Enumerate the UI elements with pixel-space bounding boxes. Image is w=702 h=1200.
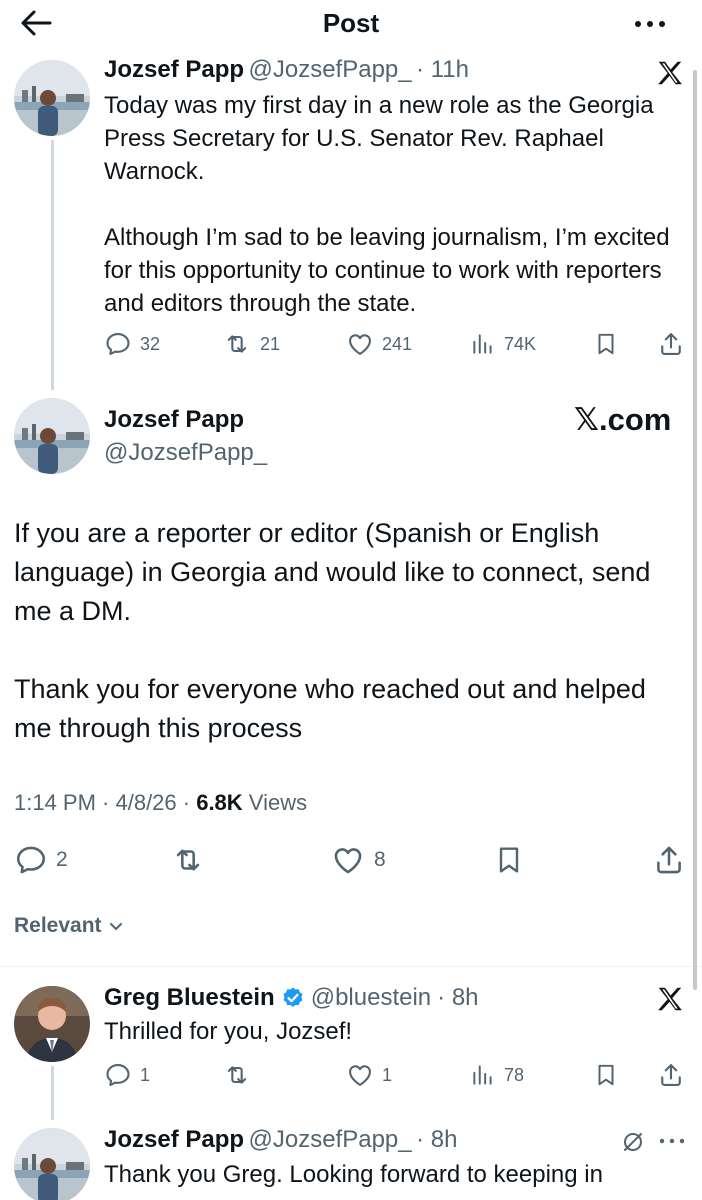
views-icon — [470, 1061, 496, 1089]
views-label: Views — [242, 790, 308, 815]
like-count: 8 — [374, 848, 386, 871]
bookmark-button[interactable] — [593, 1061, 619, 1089]
bookmark-button[interactable] — [593, 330, 619, 358]
more-button[interactable] — [630, 12, 670, 36]
views-count: 78 — [504, 1064, 525, 1085]
like-icon — [330, 843, 366, 877]
like-button[interactable]: 241 — [346, 330, 412, 358]
post-paragraph: Although I’m sad to be leaving journalis… — [104, 224, 670, 317]
like-button[interactable]: 8 — [330, 843, 386, 877]
sort-dropdown[interactable]: Relevant — [14, 914, 124, 938]
avatar[interactable] — [14, 60, 90, 136]
more-icon[interactable] — [656, 1134, 688, 1148]
post-paragraph: Thank you for everyone who reached out a… — [14, 674, 646, 743]
views-button[interactable]: 78 — [470, 1061, 524, 1089]
author-handle[interactable]: @bluestein — [311, 984, 431, 1012]
bookmark-button[interactable] — [493, 843, 525, 877]
reply-icon — [104, 1061, 132, 1089]
author-name[interactable]: Jozsef Papp — [104, 1126, 244, 1153]
share-button[interactable] — [652, 843, 686, 877]
like-icon — [346, 330, 374, 358]
share-icon — [657, 330, 685, 358]
reply-text: Thrilled for you, Jozsef! — [104, 1018, 353, 1045]
verified-icon — [281, 986, 305, 1010]
bookmark-icon — [493, 843, 525, 877]
bookmark-icon — [593, 1061, 619, 1089]
post-paragraph: Today was my first day in a new role as … — [104, 92, 654, 185]
slash-icon[interactable] — [620, 1129, 646, 1155]
thread-line — [51, 1066, 54, 1120]
reply-count: 2 — [56, 848, 68, 871]
like-button[interactable]: 1 — [346, 1061, 392, 1089]
more-icon — [630, 12, 670, 36]
repost-count: 21 — [260, 333, 281, 354]
like-count: 241 — [382, 333, 413, 354]
views-count: 74K — [504, 333, 537, 354]
repost-button[interactable] — [170, 843, 206, 877]
x-logo-icon — [655, 58, 685, 88]
post-header: Greg Bluestein @bluestein · 8h — [104, 984, 479, 1012]
post-time[interactable]: · 11h — [416, 56, 469, 83]
post-header: Jozsef Papp @JozsefPapp_ · 8h — [104, 1126, 457, 1154]
thread-line — [51, 140, 54, 390]
page-title: Post — [322, 8, 380, 38]
post-header: Jozsef Papp @JozsefPapp_ · 11h — [104, 56, 469, 84]
reply-count: 1 — [140, 1064, 151, 1085]
reply-button[interactable]: 32 — [104, 330, 160, 358]
views-icon — [470, 330, 496, 358]
reply-button[interactable]: 2 — [14, 843, 68, 877]
post-text: Today was my first day in a new role as … — [104, 89, 694, 320]
reply-icon — [14, 843, 48, 877]
views-button[interactable]: 74K — [470, 330, 536, 358]
share-icon — [652, 843, 686, 877]
views-count: 6.8K — [196, 790, 243, 815]
repost-button[interactable]: 21 — [222, 330, 280, 358]
author-name[interactable]: Jozsef Papp — [104, 406, 244, 434]
top-bar: Post — [0, 0, 702, 48]
post-time[interactable]: · 8h — [437, 984, 478, 1012]
reply-button[interactable]: 1 — [104, 1061, 150, 1089]
repost-icon — [222, 330, 252, 358]
share-icon — [657, 1061, 685, 1089]
repost-button[interactable] — [222, 1061, 252, 1089]
scrollbar[interactable] — [693, 70, 697, 990]
author-name[interactable]: Greg Bluestein — [104, 984, 275, 1012]
repost-icon — [170, 843, 206, 877]
reply-icon — [104, 330, 132, 358]
post-text: If you are a reporter or editor (Spanish… — [14, 514, 684, 748]
share-button[interactable] — [657, 1061, 685, 1089]
avatar[interactable] — [14, 398, 90, 474]
chevron-down-icon — [108, 918, 124, 934]
xcom-watermark: 𝕏.com — [574, 402, 672, 437]
avatar[interactable] — [14, 1128, 90, 1200]
repost-icon — [222, 1061, 252, 1089]
author-handle[interactable]: @JozsefPapp_ — [249, 56, 412, 83]
post-meta: 1:14 PM · 4/8/26 · 6.8K Views — [14, 790, 307, 816]
sort-label: Relevant — [14, 914, 102, 937]
reply-text: Thank you Greg. Looking forward to keepi… — [104, 1161, 603, 1188]
like-icon — [346, 1061, 374, 1089]
share-button[interactable] — [657, 330, 685, 358]
reply-count: 32 — [140, 333, 161, 354]
x-logo-icon — [655, 984, 685, 1014]
author-handle[interactable]: @JozsefPapp_ — [104, 439, 267, 467]
like-count: 1 — [382, 1064, 393, 1085]
post-paragraph: If you are a reporter or editor (Spanish… — [14, 518, 651, 626]
post-timestamp[interactable]: 1:14 PM · 4/8/26 · — [14, 790, 196, 815]
post-time[interactable]: · 8h — [416, 1126, 457, 1153]
avatar[interactable] — [14, 986, 90, 1062]
divider — [0, 966, 702, 967]
author-name[interactable]: Jozsef Papp — [104, 56, 244, 83]
bookmark-icon — [593, 330, 619, 358]
author-handle[interactable]: @JozsefPapp_ — [249, 1126, 412, 1153]
